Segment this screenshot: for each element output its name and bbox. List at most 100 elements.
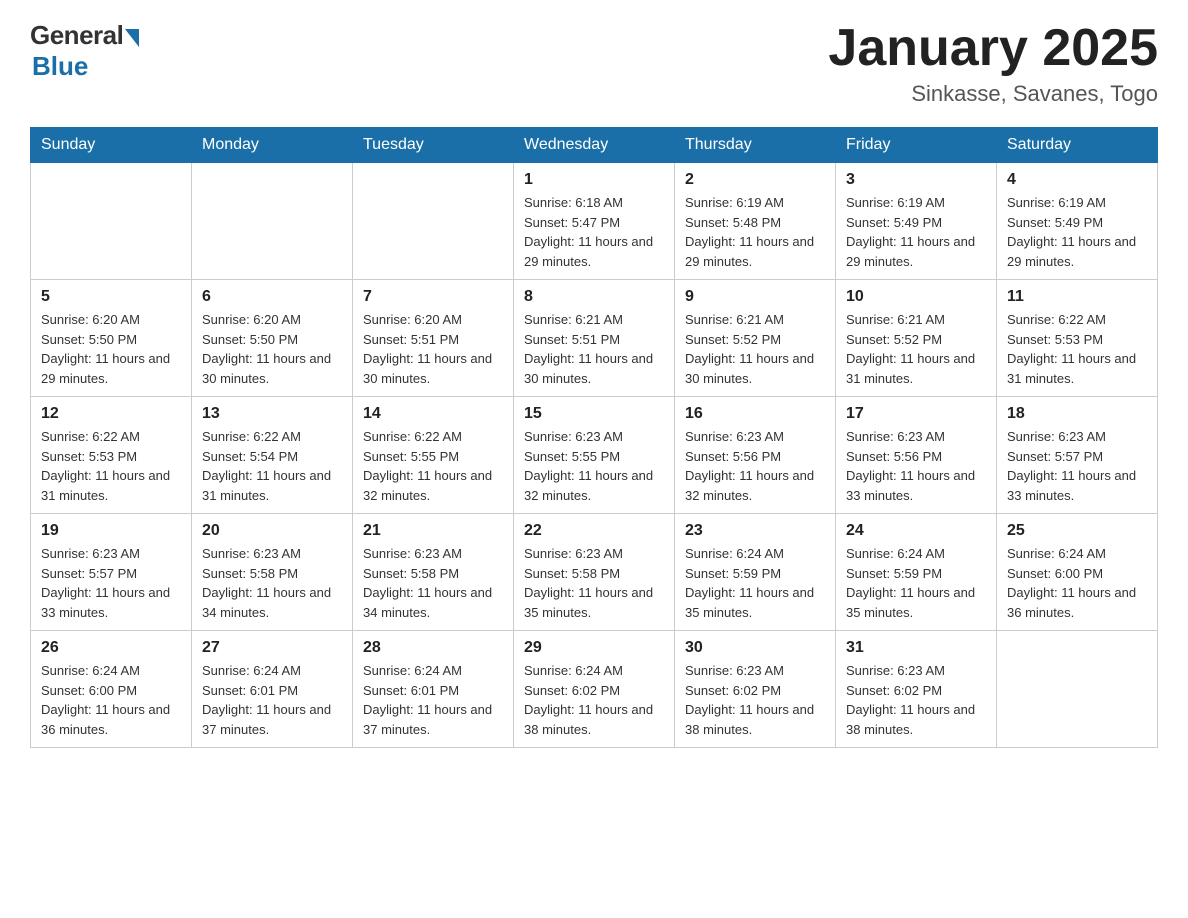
calendar-cell xyxy=(353,163,514,280)
calendar-cell: 29 Sunrise: 6:24 AM Sunset: 6:02 PM Dayli… xyxy=(514,631,675,748)
calendar-day-header: Wednesday xyxy=(514,128,675,163)
calendar-cell: 22 Sunrise: 6:23 AM Sunset: 5:58 PM Dayli… xyxy=(514,514,675,631)
day-info: Sunrise: 6:21 AM Sunset: 5:52 PM Dayligh… xyxy=(685,310,825,388)
day-number: 12 xyxy=(41,405,181,423)
day-info: Sunrise: 6:24 AM Sunset: 6:00 PM Dayligh… xyxy=(1007,544,1147,622)
day-info: Sunrise: 6:18 AM Sunset: 5:47 PM Dayligh… xyxy=(524,193,664,271)
day-info: Sunrise: 6:24 AM Sunset: 6:02 PM Dayligh… xyxy=(524,661,664,739)
calendar-cell: 16 Sunrise: 6:23 AM Sunset: 5:56 PM Dayli… xyxy=(675,397,836,514)
calendar-cell: 31 Sunrise: 6:23 AM Sunset: 6:02 PM Dayli… xyxy=(836,631,997,748)
calendar-cell: 15Sunrise: 6:23 AM Sunset: 5:55 PM Dayli… xyxy=(514,397,675,514)
page-header: General Blue January 2025 Sinkasse, Sava… xyxy=(30,20,1158,107)
day-info: Sunrise: 6:23 AM Sunset: 5:55 PM Dayligh… xyxy=(524,427,664,505)
day-number: 21 xyxy=(363,522,503,540)
logo-general-text: General xyxy=(30,20,123,51)
day-info: Sunrise: 6:23 AM Sunset: 6:02 PM Dayligh… xyxy=(846,661,986,739)
day-number: 25 xyxy=(1007,522,1147,540)
logo-arrow-icon xyxy=(125,29,139,47)
calendar-cell: 13 Sunrise: 6:22 AM Sunset: 5:54 PM Dayli… xyxy=(192,397,353,514)
day-number: 20 xyxy=(202,522,342,540)
day-number: 7 xyxy=(363,288,503,306)
day-info: Sunrise: 6:22 AM Sunset: 5:53 PM Dayligh… xyxy=(41,427,181,505)
day-info: Sunrise: 6:22 AM Sunset: 5:53 PM Dayligh… xyxy=(1007,310,1147,388)
day-info: Sunrise: 6:23 AM Sunset: 5:58 PM Dayligh… xyxy=(202,544,342,622)
calendar-cell: 19 Sunrise: 6:23 AM Sunset: 5:57 PM Dayli… xyxy=(31,514,192,631)
day-number: 14 xyxy=(363,405,503,423)
day-number: 18 xyxy=(1007,405,1147,423)
title-block: January 2025 Sinkasse, Savanes, Togo xyxy=(828,20,1158,107)
calendar-week-row: 26 Sunrise: 6:24 AM Sunset: 6:00 PM Dayli… xyxy=(31,631,1158,748)
calendar-cell: 12 Sunrise: 6:22 AM Sunset: 5:53 PM Dayli… xyxy=(31,397,192,514)
calendar-cell: 21 Sunrise: 6:23 AM Sunset: 5:58 PM Dayli… xyxy=(353,514,514,631)
logo-blue-text: Blue xyxy=(32,51,88,82)
calendar-cell: 24Sunrise: 6:24 AM Sunset: 5:59 PM Dayli… xyxy=(836,514,997,631)
calendar-week-row: 5 Sunrise: 6:20 AM Sunset: 5:50 PM Daylig… xyxy=(31,280,1158,397)
day-number: 23 xyxy=(685,522,825,540)
calendar-day-header: Monday xyxy=(192,128,353,163)
day-info: Sunrise: 6:21 AM Sunset: 5:52 PM Dayligh… xyxy=(846,310,986,388)
day-info: Sunrise: 6:24 AM Sunset: 5:59 PM Dayligh… xyxy=(846,544,986,622)
day-info: Sunrise: 6:22 AM Sunset: 5:55 PM Dayligh… xyxy=(363,427,503,505)
day-info: Sunrise: 6:23 AM Sunset: 5:57 PM Dayligh… xyxy=(1007,427,1147,505)
day-info: Sunrise: 6:23 AM Sunset: 5:56 PM Dayligh… xyxy=(685,427,825,505)
logo: General Blue xyxy=(30,20,139,82)
day-info: Sunrise: 6:23 AM Sunset: 5:58 PM Dayligh… xyxy=(363,544,503,622)
calendar-day-header: Tuesday xyxy=(353,128,514,163)
calendar-cell: 27Sunrise: 6:24 AM Sunset: 6:01 PM Dayli… xyxy=(192,631,353,748)
calendar-table: SundayMondayTuesdayWednesdayThursdayFrid… xyxy=(30,127,1158,748)
day-info: Sunrise: 6:23 AM Sunset: 6:02 PM Dayligh… xyxy=(685,661,825,739)
day-info: Sunrise: 6:23 AM Sunset: 5:56 PM Dayligh… xyxy=(846,427,986,505)
calendar-cell: 3 Sunrise: 6:19 AM Sunset: 5:49 PM Daylig… xyxy=(836,163,997,280)
calendar-cell: 6 Sunrise: 6:20 AM Sunset: 5:50 PM Daylig… xyxy=(192,280,353,397)
day-number: 13 xyxy=(202,405,342,423)
day-number: 2 xyxy=(685,171,825,189)
calendar-header-row: SundayMondayTuesdayWednesdayThursdayFrid… xyxy=(31,128,1158,163)
day-number: 19 xyxy=(41,522,181,540)
calendar-cell: 2 Sunrise: 6:19 AM Sunset: 5:48 PM Daylig… xyxy=(675,163,836,280)
day-number: 29 xyxy=(524,639,664,657)
calendar-cell xyxy=(997,631,1158,748)
day-number: 9 xyxy=(685,288,825,306)
day-number: 26 xyxy=(41,639,181,657)
calendar-cell: 18 Sunrise: 6:23 AM Sunset: 5:57 PM Dayli… xyxy=(997,397,1158,514)
day-number: 22 xyxy=(524,522,664,540)
calendar-cell: 23 Sunrise: 6:24 AM Sunset: 5:59 PM Dayli… xyxy=(675,514,836,631)
day-info: Sunrise: 6:19 AM Sunset: 5:48 PM Dayligh… xyxy=(685,193,825,271)
day-info: Sunrise: 6:24 AM Sunset: 6:00 PM Dayligh… xyxy=(41,661,181,739)
calendar-cell xyxy=(192,163,353,280)
calendar-cell: 11 Sunrise: 6:22 AM Sunset: 5:53 PM Dayli… xyxy=(997,280,1158,397)
day-number: 17 xyxy=(846,405,986,423)
calendar-week-row: 12 Sunrise: 6:22 AM Sunset: 5:53 PM Dayli… xyxy=(31,397,1158,514)
day-number: 11 xyxy=(1007,288,1147,306)
calendar-location: Sinkasse, Savanes, Togo xyxy=(828,81,1158,107)
calendar-cell: 10Sunrise: 6:21 AM Sunset: 5:52 PM Dayli… xyxy=(836,280,997,397)
calendar-cell: 4Sunrise: 6:19 AM Sunset: 5:49 PM Daylig… xyxy=(997,163,1158,280)
calendar-cell: 20 Sunrise: 6:23 AM Sunset: 5:58 PM Dayli… xyxy=(192,514,353,631)
day-number: 3 xyxy=(846,171,986,189)
calendar-week-row: 1Sunrise: 6:18 AM Sunset: 5:47 PM Daylig… xyxy=(31,163,1158,280)
day-info: Sunrise: 6:20 AM Sunset: 5:50 PM Dayligh… xyxy=(41,310,181,388)
day-number: 28 xyxy=(363,639,503,657)
day-info: Sunrise: 6:23 AM Sunset: 5:58 PM Dayligh… xyxy=(524,544,664,622)
day-number: 31 xyxy=(846,639,986,657)
day-number: 8 xyxy=(524,288,664,306)
day-info: Sunrise: 6:20 AM Sunset: 5:51 PM Dayligh… xyxy=(363,310,503,388)
day-info: Sunrise: 6:20 AM Sunset: 5:50 PM Dayligh… xyxy=(202,310,342,388)
calendar-day-header: Friday xyxy=(836,128,997,163)
day-info: Sunrise: 6:19 AM Sunset: 5:49 PM Dayligh… xyxy=(846,193,986,271)
day-info: Sunrise: 6:24 AM Sunset: 5:59 PM Dayligh… xyxy=(685,544,825,622)
day-info: Sunrise: 6:24 AM Sunset: 6:01 PM Dayligh… xyxy=(202,661,342,739)
calendar-cell: 8Sunrise: 6:21 AM Sunset: 5:51 PM Daylig… xyxy=(514,280,675,397)
day-number: 5 xyxy=(41,288,181,306)
calendar-cell xyxy=(31,163,192,280)
day-info: Sunrise: 6:22 AM Sunset: 5:54 PM Dayligh… xyxy=(202,427,342,505)
calendar-cell: 7 Sunrise: 6:20 AM Sunset: 5:51 PM Daylig… xyxy=(353,280,514,397)
day-number: 16 xyxy=(685,405,825,423)
day-number: 4 xyxy=(1007,171,1147,189)
calendar-cell: 25 Sunrise: 6:24 AM Sunset: 6:00 PM Dayli… xyxy=(997,514,1158,631)
day-info: Sunrise: 6:24 AM Sunset: 6:01 PM Dayligh… xyxy=(363,661,503,739)
calendar-day-header: Sunday xyxy=(31,128,192,163)
day-number: 6 xyxy=(202,288,342,306)
day-info: Sunrise: 6:23 AM Sunset: 5:57 PM Dayligh… xyxy=(41,544,181,622)
calendar-day-header: Thursday xyxy=(675,128,836,163)
